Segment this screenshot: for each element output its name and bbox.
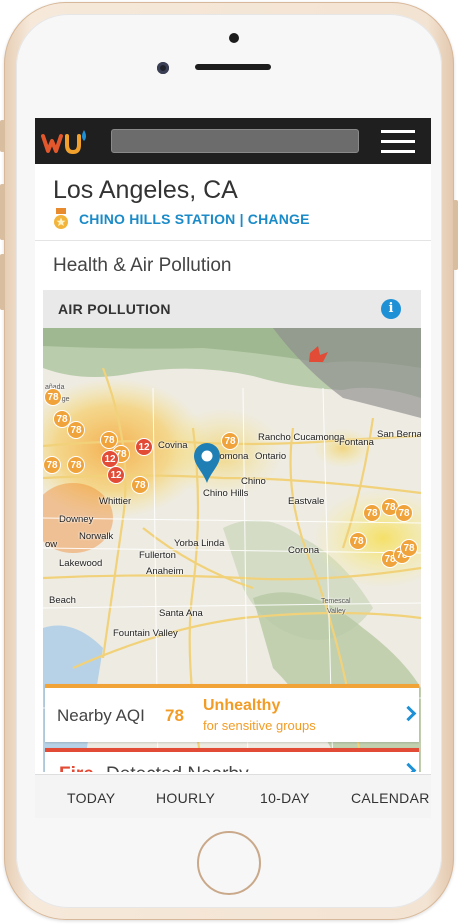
tab-today[interactable]: TODAY [67, 790, 115, 806]
aqi-marker[interactable]: 78 [43, 456, 61, 474]
map-label: Downey [59, 514, 94, 525]
hamburger-menu-icon[interactable] [381, 130, 415, 154]
aqi-marker[interactable]: 12 [107, 466, 125, 484]
map-label: Eastvale [288, 496, 325, 507]
map-label: Corona [288, 545, 320, 556]
map-label: Anaheim [146, 566, 184, 577]
wunderground-logo-icon[interactable] [41, 127, 89, 157]
map-label: Chino [241, 476, 266, 487]
map-label: Norwalk [79, 531, 114, 542]
front-camera-icon [157, 62, 169, 74]
proximity-sensor [229, 33, 239, 43]
aqi-marker[interactable]: 78 [400, 539, 418, 557]
map-label: Fontana [339, 437, 374, 448]
power-button [453, 200, 458, 270]
tab-calendar[interactable]: CALENDAR [351, 790, 430, 806]
volume-up-button [0, 184, 5, 240]
aqi-marker[interactable]: 12 [135, 438, 153, 456]
search-input[interactable] [111, 129, 359, 153]
nearby-aqi-value: 78 [165, 706, 184, 725]
tab-hourly[interactable]: HOURLY [156, 790, 215, 806]
map-label: Fountain Valley [113, 628, 178, 639]
map-label: Yorba Linda [174, 538, 225, 549]
map-label: Beach [49, 595, 76, 606]
aqi-marker[interactable]: 78 [131, 476, 149, 494]
section-title: Health & Air Pollution [53, 255, 232, 276]
map-label: Chino Hills [203, 488, 249, 499]
map-label: Covina [158, 440, 188, 451]
map-label: Temescal [321, 598, 351, 605]
aqi-status-subtext: for sensitive groups [203, 718, 316, 733]
nearby-aqi-label: Nearby AQI [57, 706, 145, 725]
earpiece-speaker [195, 64, 271, 70]
air-pollution-header: AIR POLLUTION i [43, 290, 421, 328]
map-label: ow [45, 539, 58, 550]
aqi-marker[interactable]: 78 [67, 456, 85, 474]
aqi-marker[interactable]: 78 [349, 532, 367, 550]
map-label: Whittier [99, 496, 132, 507]
chevron-right-icon[interactable] [400, 761, 417, 772]
top-navigation-bar [35, 118, 431, 164]
info-icon[interactable]: i [381, 299, 401, 319]
map-label: Rancho Cucamonga [258, 432, 345, 443]
bottom-tab-bar: TODAY HOURLY 10-DAY CALENDAR [35, 774, 431, 818]
divider [35, 240, 431, 241]
mute-switch [0, 120, 5, 152]
fire-alert-text: Detected Nearby [106, 764, 249, 772]
aqi-marker[interactable]: 78 [363, 504, 381, 522]
app-screen: Los Angeles, CA CHINO HILLS STATION | CH… [35, 118, 431, 818]
fire-alert-highlight: Fire [59, 764, 94, 772]
station-medal-icon [54, 208, 68, 229]
aqi-status: Unhealthy [203, 697, 281, 714]
station-row: CHINO HILLS STATION | CHANGE [53, 208, 310, 230]
aqi-marker[interactable]: 78 [44, 388, 62, 406]
location-pin-icon[interactable] [193, 442, 221, 484]
nearby-aqi-panel[interactable]: Nearby AQI 78 Unhealthy for sensitive gr… [45, 684, 419, 742]
aqi-marker[interactable]: 78 [221, 432, 239, 450]
aqi-marker[interactable]: 78 [395, 504, 413, 522]
air-quality-map[interactable]: añada lintridge Covina Pomona Rancho Cuc… [43, 328, 421, 772]
map-label: Lakewood [59, 558, 103, 569]
air-pollution-card: AIR POLLUTION i Covina Pomona Rancho Cuc… [43, 290, 421, 772]
change-station-link[interactable]: CHINO HILLS STATION | CHANGE [79, 211, 310, 227]
location-title: Los Angeles, CA [53, 176, 238, 204]
map-label: Ontario [255, 451, 287, 462]
tab-10-day[interactable]: 10-DAY [260, 790, 310, 806]
aqi-marker[interactable]: 78 [67, 421, 85, 439]
air-pollution-title: AIR POLLUTION [58, 301, 171, 317]
map-label: San Berna [377, 429, 421, 440]
fire-alert-panel[interactable]: Fire Detected Nearby [45, 748, 419, 772]
map-label: Santa Ana [159, 608, 203, 619]
chevron-right-icon[interactable] [400, 704, 417, 728]
volume-down-button [0, 254, 5, 310]
home-button[interactable] [197, 831, 261, 895]
map-label: Valley [327, 608, 346, 615]
map-label: Fullerton [139, 550, 176, 561]
